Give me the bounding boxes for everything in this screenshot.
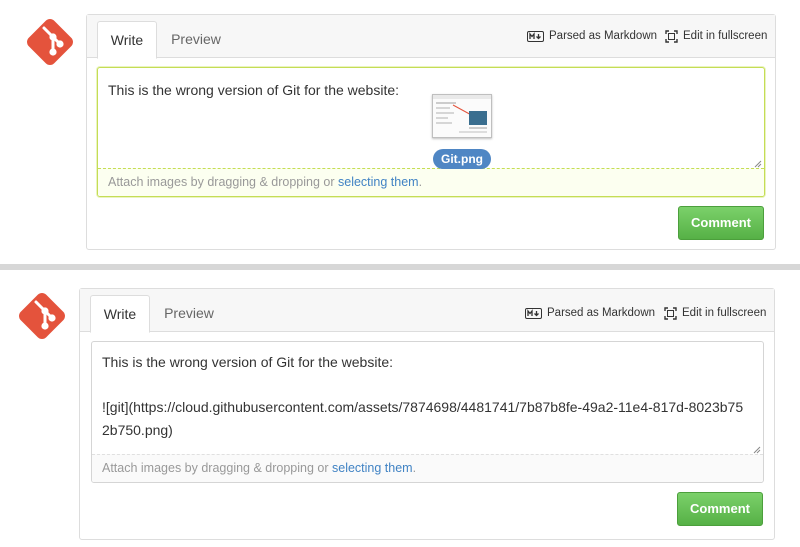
tab-header: Write Preview Parsed as Markdown Edit in… [87,15,775,59]
fullscreen-label: Edit in fullscreen [682,307,767,319]
comment-form-uploading: Write Preview Parsed as Markdown Edit in… [0,0,800,264]
markdown-help-link[interactable]: Parsed as Markdown [527,15,657,57]
markdown-label: Parsed as Markdown [549,30,658,42]
attach-suffix: . [412,461,417,475]
comment-form-uploaded: Write Preview Parsed as Markdown Edit in… [0,270,800,547]
fullscreen-icon [664,306,677,320]
resize-grip-icon[interactable] [753,441,761,454]
fullscreen-icon [665,29,678,43]
comment-box: Write Preview Parsed as Markdown Edit in… [86,14,776,250]
comment-text: This is the wrong version of Git for the… [102,354,744,438]
markdown-icon [525,307,542,319]
git-logo-icon [14,288,70,344]
markdown-label: Parsed as Markdown [547,307,656,319]
attach-prefix: Attach images by dragging & dropping or [102,461,332,475]
attach-suffix: . [418,175,423,189]
tab-write[interactable]: Write [90,295,150,333]
tab-write[interactable]: Write [97,21,157,59]
comment-button[interactable]: Comment [677,492,763,526]
git-logo-icon [22,14,78,70]
comment-textarea[interactable]: This is the wrong version of Git for the… [97,67,765,197]
comment-box: Write Preview Parsed as Markdown Edit in… [79,288,775,540]
markdown-help-link[interactable]: Parsed as Markdown [525,289,655,337]
attach-images-bar[interactable]: Attach images by dragging & dropping or … [98,168,764,196]
tab-preview[interactable]: Preview [156,295,222,331]
select-files-link[interactable]: selecting them [338,175,419,189]
dragged-image-thumbnail [432,94,492,138]
markdown-icon [527,30,544,42]
resize-grip-icon[interactable] [754,155,762,168]
tab-header: Write Preview Parsed as Markdown Edit in… [80,289,774,333]
attachment-filename-badge: Git.png [433,149,491,169]
fullscreen-label: Edit in fullscreen [683,30,768,42]
attach-images-bar[interactable]: Attach images by dragging & dropping or … [92,454,763,482]
comment-textarea[interactable]: This is the wrong version of Git for the… [91,341,764,483]
select-files-link[interactable]: selecting them [332,461,413,475]
comment-text: This is the wrong version of Git for the… [108,82,400,98]
comment-button[interactable]: Comment [678,206,764,240]
tab-preview[interactable]: Preview [163,21,229,57]
attach-prefix: Attach images by dragging & dropping or [108,175,338,189]
fullscreen-button[interactable]: Edit in fullscreen [665,15,767,57]
fullscreen-button[interactable]: Edit in fullscreen [664,289,766,337]
